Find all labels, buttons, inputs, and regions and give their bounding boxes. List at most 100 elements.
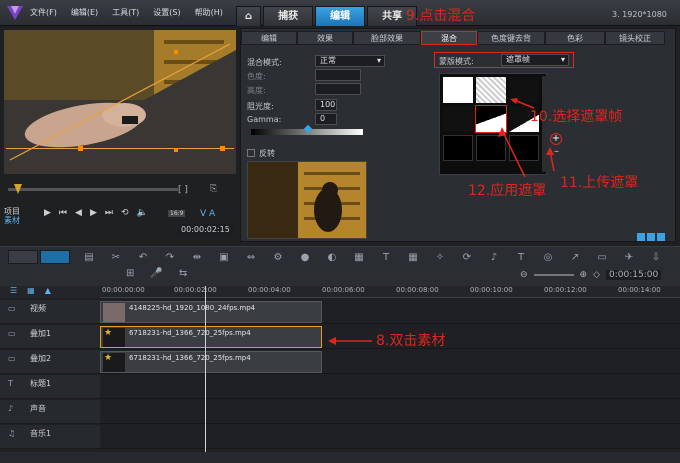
- record-icon[interactable]: ●: [298, 252, 312, 264]
- mask-frame-item[interactable]: [476, 77, 506, 103]
- timeline-clip[interactable]: 4148225-hd_1920_1080_24fps.mp4: [100, 301, 322, 323]
- menu-settings[interactable]: 设置(S): [153, 7, 180, 18]
- aspect-badge[interactable]: 16:9: [168, 210, 186, 217]
- track-lane-voice: [100, 400, 680, 424]
- preview-window: [4, 30, 236, 174]
- next-frame-icon[interactable]: ▶: [90, 208, 97, 218]
- gamma-field[interactable]: 0: [315, 113, 337, 125]
- trim-markers-icon[interactable]: [ ]: [178, 185, 188, 195]
- track-header-title[interactable]: T 标题1: [0, 375, 100, 399]
- timecode-display[interactable]: 00:00:02:15: [178, 224, 233, 235]
- timeline-tools: ▤ ✂ ↶ ↷ ⇹ ▣ ⇔ ⚙ ● ◐ ▦ T ▦ ✧ ⟳ ♪ T ◎ ↗ ▭ …: [82, 252, 663, 264]
- tab-color[interactable]: 色彩: [545, 31, 605, 45]
- zoom-timecode[interactable]: 0:00:15:00: [606, 270, 662, 280]
- mask-frame-item[interactable]: [443, 135, 473, 161]
- chapter-icon[interactable]: ▦: [27, 286, 35, 298]
- mask-frame-item[interactable]: [443, 106, 473, 132]
- storyboard-view-button[interactable]: [8, 250, 38, 264]
- loop-icon[interactable]: ⟳: [460, 252, 474, 264]
- blend-mode-select[interactable]: 正常 ▾: [315, 55, 385, 67]
- subtitle-icon[interactable]: ▭: [595, 252, 609, 264]
- timeline-ruler[interactable]: 00:00:00:00 00:00:02:00 00:00:04:00 00:0…: [100, 286, 680, 298]
- tab-effects[interactable]: 效果: [297, 31, 353, 45]
- track-header-video[interactable]: ▭ 视频: [0, 300, 100, 324]
- audio-icon[interactable]: ♪: [487, 252, 501, 264]
- opacity-label: 阻光度:: [247, 102, 274, 111]
- ruler-tick: 00:00:06:00: [322, 286, 365, 294]
- track-header-voice[interactable]: ♪ 声音: [0, 400, 100, 424]
- tab-lens-correction[interactable]: 镜头校正: [605, 31, 665, 45]
- mix-icon[interactable]: ⇆: [179, 268, 187, 279]
- tab-face-effects[interactable]: 脸部效果: [353, 31, 421, 45]
- detach-icon[interactable]: [657, 233, 665, 241]
- menu-file[interactable]: 文件(F): [30, 7, 57, 18]
- track-header-music[interactable]: ♫ 音乐1: [0, 425, 100, 449]
- track-header-overlay1[interactable]: ▭ 叠加1: [0, 325, 100, 349]
- menu-edit[interactable]: 编辑(E): [71, 7, 98, 18]
- zoom-out-icon[interactable]: ⊖: [520, 270, 528, 280]
- track-lane-music: [100, 425, 680, 449]
- menu-tools[interactable]: 工具(T): [112, 7, 139, 18]
- hue-field[interactable]: [315, 69, 361, 81]
- mic-icon[interactable]: 🎤: [150, 268, 162, 279]
- scrub-bar[interactable]: [8, 188, 178, 191]
- go-start-icon[interactable]: ⏮: [59, 208, 67, 218]
- saturation-field[interactable]: [315, 83, 361, 95]
- mask-icon[interactable]: ◐: [325, 252, 339, 264]
- expand-icon[interactable]: [637, 233, 645, 241]
- panel-tabs: 编辑 效果 脸部效果 混合 色度键去背 色彩 镜头校正: [241, 31, 665, 45]
- volume-icon[interactable]: ◎: [541, 252, 555, 264]
- callout-arrow-step10: [510, 98, 535, 109]
- grid-icon[interactable]: ▦: [406, 252, 420, 264]
- tab-capture[interactable]: 捕获: [263, 6, 314, 26]
- zoom-slider[interactable]: [533, 274, 574, 276]
- redo-icon[interactable]: ↷: [163, 252, 177, 264]
- timeline-clip[interactable]: ★ 6718231-hd_1366_720_25fps.mp4: [100, 351, 322, 373]
- playhead-line[interactable]: [205, 286, 206, 456]
- multi-trim-icon[interactable]: ▤: [82, 252, 96, 264]
- chevron-down-icon: ▾: [560, 55, 565, 64]
- go-end-icon[interactable]: ⏭: [105, 208, 113, 218]
- volume-icon[interactable]: 🔈: [137, 208, 148, 218]
- cut-icon[interactable]: ✂: [109, 252, 123, 264]
- mask-frame-item[interactable]: [443, 77, 473, 103]
- timeline-clip-selected[interactable]: ★ 6718231-hd_1366_720_25fps.mp4: [100, 326, 322, 348]
- timeline-scrollbar[interactable]: [0, 452, 680, 463]
- speed-icon[interactable]: ↗: [568, 252, 582, 264]
- fit-icon[interactable]: ▣: [217, 252, 231, 264]
- track-header-overlay2[interactable]: ▭ 叠加2: [0, 350, 100, 374]
- transport-controls: ▶ ⏮ ◀ ▶ ⏭ ⟲ 🔈: [44, 208, 148, 218]
- play-icon[interactable]: ▶: [44, 208, 51, 218]
- fit-icon[interactable]: [647, 233, 655, 241]
- export-icon[interactable]: ⇩: [649, 252, 663, 264]
- va-icon[interactable]: V A: [200, 209, 215, 219]
- home-tab[interactable]: ⌂: [236, 6, 262, 26]
- tab-edit-options[interactable]: 编辑: [241, 31, 297, 45]
- capture-icon[interactable]: ⊞: [126, 268, 134, 279]
- menu-help[interactable]: 帮助(H): [195, 7, 223, 18]
- tab-blend[interactable]: 混合: [421, 31, 477, 45]
- undo-icon[interactable]: ↶: [136, 252, 150, 264]
- mask-mode-select[interactable]: 遮罩帧 ▾: [501, 54, 569, 66]
- prev-frame-icon[interactable]: ◀: [75, 208, 82, 218]
- tab-edit[interactable]: 编辑: [315, 6, 366, 26]
- zoom-in-icon[interactable]: ⊕: [580, 270, 588, 280]
- invert-checkbox[interactable]: [247, 149, 255, 157]
- opacity-field[interactable]: 100: [315, 99, 337, 111]
- copy-icon[interactable]: ⎘: [210, 184, 217, 194]
- fit-timeline-icon[interactable]: ◇: [593, 270, 600, 280]
- tab-chroma-key[interactable]: 色度键去背: [477, 31, 545, 45]
- add-marker-icon[interactable]: ▲: [45, 286, 51, 298]
- snap-icon[interactable]: ⇔: [244, 252, 258, 264]
- audio-duck-icon[interactable]: ✈: [622, 252, 636, 264]
- group-icon[interactable]: ▦: [352, 252, 366, 264]
- motion-icon[interactable]: ⚙: [271, 252, 285, 264]
- title-icon[interactable]: T: [514, 252, 528, 264]
- timeline-view-button[interactable]: [40, 250, 70, 264]
- split-icon[interactable]: ⇹: [190, 252, 204, 264]
- wand-icon[interactable]: ✧: [433, 252, 447, 264]
- track-manager-icon[interactable]: ☰: [10, 286, 17, 298]
- repeat-icon[interactable]: ⟲: [121, 208, 129, 218]
- clip-mode-label[interactable]: 素材: [4, 215, 20, 226]
- text-icon[interactable]: T: [379, 252, 393, 264]
